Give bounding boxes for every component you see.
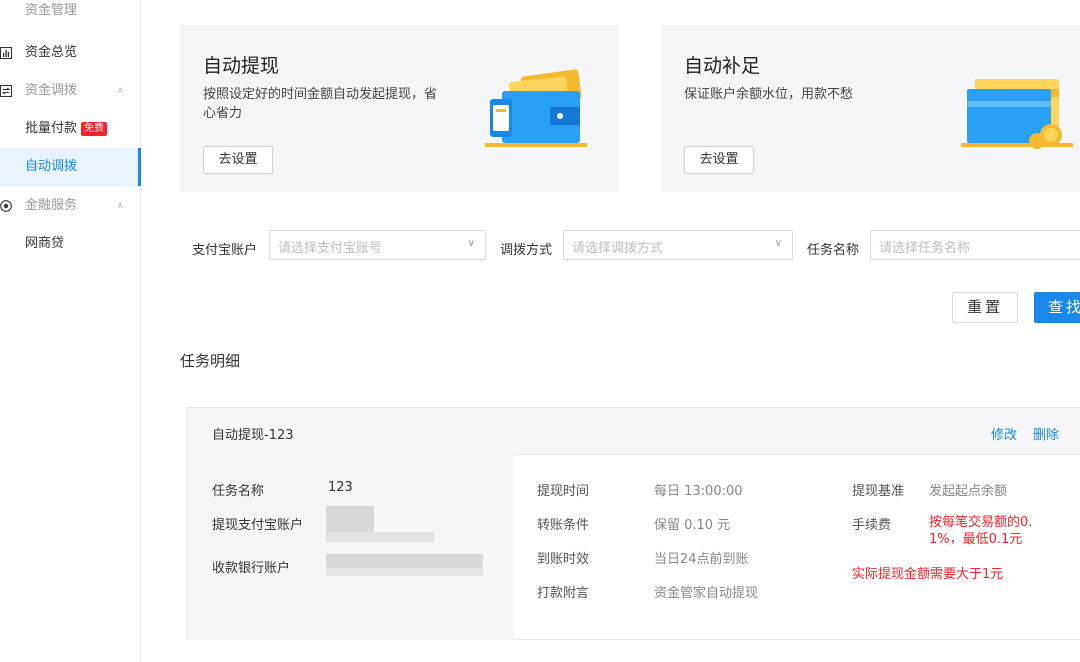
chevron-up-icon: ∧	[117, 201, 124, 211]
remark-key: 打款附言	[537, 586, 590, 601]
withdraw-basis-key: 提现基准	[852, 484, 905, 499]
redacted-account	[326, 506, 374, 532]
redacted-account	[326, 532, 434, 542]
edit-link[interactable]: 修改	[991, 424, 1017, 443]
fee-value-line2: 1%，最低0.1元	[929, 532, 1023, 547]
fee-value-line1: 按每笔交易额的0.	[929, 515, 1033, 530]
target-icon	[0, 200, 12, 212]
transfer-condition-value: 保留 0.10 元	[654, 518, 731, 533]
chevron-up-icon: ∧	[117, 86, 124, 96]
sidebar-header: 资金管理	[0, 0, 140, 30]
sidebar-header-label: 资金管理	[25, 3, 78, 18]
task-name-select[interactable]: 请选择任务名称	[870, 230, 1080, 260]
chevron-down-icon: ∨	[467, 238, 475, 249]
task-card: 自动提现-123 修改 删除 任务名称 123 提现支付宝账户 收款银行账户 提…	[187, 407, 1080, 640]
bar-chart-icon	[0, 47, 12, 59]
alipay-account-key: 提现支付宝账户	[212, 518, 304, 533]
sidebar-item-transfer[interactable]: 资金调拨 ∧	[0, 72, 140, 110]
wallet-illustration	[485, 69, 587, 147]
sidebar-item-overview[interactable]: 资金总览	[0, 34, 140, 72]
task-header: 自动提现-123 修改 删除	[188, 408, 1080, 455]
section-title: 任务明细	[180, 352, 241, 370]
setup-button[interactable]: 去设置	[684, 146, 754, 174]
redacted-bank-account	[326, 554, 483, 568]
arrival-time-key: 到账时效	[537, 552, 590, 567]
arrival-time-value: 当日24点前到账	[654, 552, 749, 567]
withdraw-note: 实际提现金额需要大于1元	[852, 567, 1004, 582]
select-placeholder: 请选择任务名称	[879, 241, 971, 256]
task-name-value: 123	[328, 480, 353, 495]
card-title: 自动补足	[684, 55, 761, 77]
sidebar-item-batch-payment[interactable]: 批量付款 免费	[0, 110, 140, 148]
free-badge: 免费	[81, 122, 108, 136]
reset-button[interactable]: 重置	[952, 292, 1018, 323]
transfer-method-label: 调拨方式	[500, 243, 553, 258]
remark-value: 资金管家自动提现	[654, 586, 759, 601]
alipay-account-select[interactable]: 请选择支付宝账号 ∨	[269, 230, 486, 260]
sidebar-item-loan[interactable]: 网商贷	[0, 225, 140, 263]
card-title: 自动提现	[203, 55, 280, 77]
setup-button[interactable]: 去设置	[203, 146, 273, 174]
sidebar-item-label: 自动调拨	[25, 159, 78, 174]
select-placeholder: 请选择支付宝账号	[278, 241, 383, 256]
redacted-bank-account	[326, 568, 483, 576]
card-description: 保证账户余额水位，用款不愁	[684, 87, 854, 102]
card-coins-illustration	[961, 79, 1073, 149]
task-name-key: 任务名称	[212, 484, 265, 499]
auto-withdraw-card: 自动提现 按照设定好的时间金额自动发起提现，省心省力 去设置	[180, 25, 619, 192]
withdraw-basis-value: 发起起点余额	[929, 484, 1008, 499]
bank-account-key: 收款银行账户	[212, 561, 291, 576]
task-title: 自动提现-123	[212, 428, 294, 443]
task-name-label: 任务名称	[807, 243, 860, 258]
sidebar-item-label: 网商贷	[25, 236, 65, 251]
select-placeholder: 请选择调拨方式	[572, 241, 664, 256]
delete-link[interactable]: 删除	[1033, 424, 1059, 443]
transfer-condition-key: 转账条件	[537, 518, 590, 533]
card-description: 按照设定好的时间金额自动发起提现，省心省力	[203, 87, 438, 121]
chevron-down-icon: ∨	[774, 238, 782, 249]
sidebar-item-label: 金融服务	[25, 198, 78, 213]
sidebar-item-auto-transfer[interactable]: 自动调拨	[0, 148, 141, 186]
sidebar-item-label: 资金总览	[25, 45, 78, 60]
sidebar-item-label: 批量付款	[25, 121, 78, 136]
auto-replenish-card: 自动补足 保证账户余额水位，用款不愁 去设置	[661, 25, 1080, 192]
sidebar-item-financial-services[interactable]: 金融服务 ∧	[0, 187, 140, 225]
task-left-panel: 任务名称 123 提现支付宝账户 收款银行账户	[188, 454, 514, 640]
transfer-method-select[interactable]: 请选择调拨方式 ∨	[563, 230, 793, 260]
withdraw-time-value: 每日 13:00:00	[654, 484, 743, 499]
alipay-account-label: 支付宝账户	[192, 243, 258, 258]
search-button[interactable]: 查找	[1034, 292, 1080, 323]
fee-key: 手续费	[852, 518, 892, 533]
sidebar: 资金管理 资金总览 资金调拨 ∧ 批量付款 免费 自动调拨 金融服务 ∧ 网商贷	[0, 0, 141, 662]
transfer-icon	[0, 85, 12, 97]
sidebar-item-label: 资金调拨	[25, 83, 78, 98]
withdraw-time-key: 提现时间	[537, 484, 590, 499]
